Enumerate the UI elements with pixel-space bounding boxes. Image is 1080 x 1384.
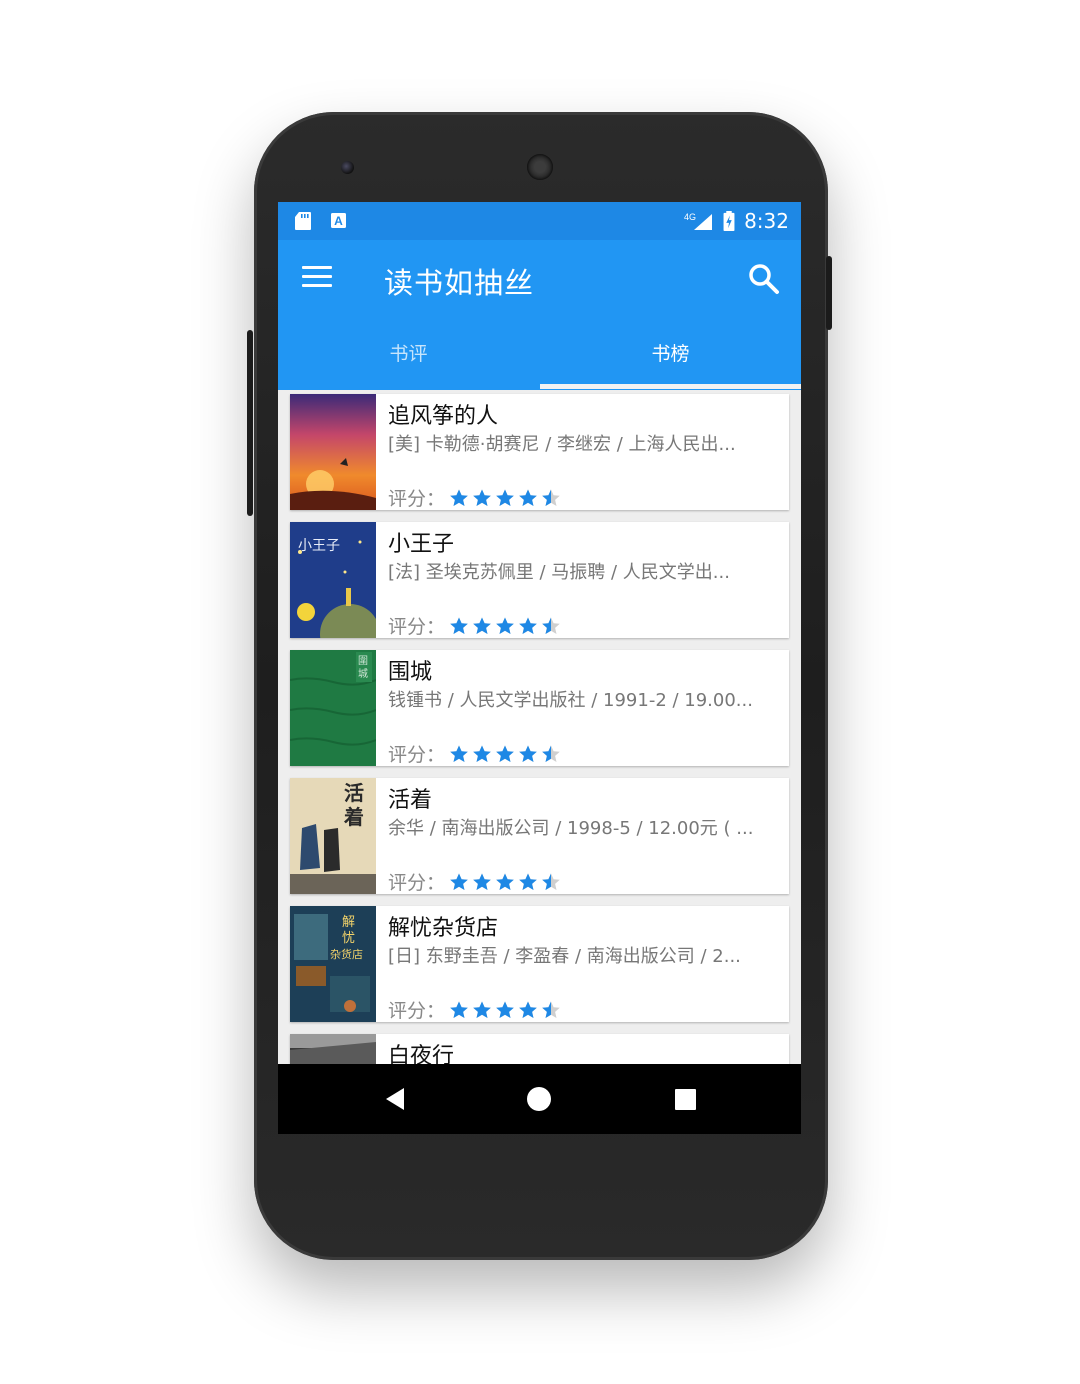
book-cover [290, 394, 376, 510]
svg-text:城: 城 [358, 668, 368, 680]
front-camera [341, 161, 354, 174]
star-icon [473, 745, 491, 762]
book-meta: 钱锺书 / 人民文学出版社 / 1991-2 / 19.00... [388, 690, 753, 711]
star-icon [473, 617, 491, 634]
star-icon [519, 1001, 537, 1018]
tab-bar: 书评 书榜 [278, 320, 801, 390]
star-icon [496, 873, 514, 890]
star-icon [450, 617, 468, 634]
rating-stars [449, 872, 564, 892]
book-rating: 评分： [388, 484, 564, 510]
star-icon [542, 1001, 560, 1018]
signal-4g-icon: 4G [684, 212, 712, 230]
star-icon [519, 745, 537, 762]
book-card[interactable]: 解 忧 杂货店 解忧杂货店 [日] 东野圭吾 / 李盈春 / 南海出版公司 / … [290, 906, 789, 1022]
book-rating: 评分： [388, 740, 564, 766]
book-card[interactable]: 活 着 活着 余华 / 南海出版公司 / 1998-5 / 12.00元 ( .… [290, 778, 789, 894]
book-rating: 评分： [388, 868, 564, 894]
book-card[interactable]: 追风筝的人 [美] 卡勒德·胡赛尼 / 李继宏 / 上海人民出... 评分： [290, 394, 789, 510]
book-title: 小王子 [388, 532, 455, 557]
star-icon [519, 489, 537, 506]
book-title: 追风筝的人 [388, 404, 499, 429]
book-meta: [日] 东野圭吾 / 李盈春 / 南海出版公司 / 2... [388, 946, 741, 967]
book-cover: 圍 城 [290, 650, 376, 766]
book-title: 解忧杂货店 [388, 916, 499, 941]
app-screen: A 4G 8:32 读书如抽丝 书评 书榜 追风筝的人 [美] 卡勒德·胡赛尼 … [278, 202, 801, 1134]
star-icon [542, 873, 560, 890]
book-title: 白夜行 [388, 1044, 455, 1064]
app-notification-icon: A [331, 213, 346, 228]
star-icon [542, 745, 560, 762]
svg-text:解: 解 [342, 915, 355, 930]
book-rating: 评分： [388, 996, 564, 1022]
home-icon[interactable] [524, 1084, 554, 1114]
book-title: 活着 [388, 788, 433, 813]
power-button [826, 256, 832, 330]
volume-button [247, 330, 253, 516]
sd-card-icon [295, 212, 311, 230]
book-cover: 解 忧 杂货店 [290, 906, 376, 1022]
rating-stars [449, 744, 564, 764]
rating-label: 评分： [388, 488, 446, 510]
book-meta: 余华 / 南海出版公司 / 1998-5 / 12.00元 ( ... [388, 818, 754, 839]
svg-text:杂货店: 杂货店 [330, 947, 363, 961]
back-icon[interactable] [380, 1084, 410, 1114]
svg-text:A: A [334, 214, 343, 228]
star-icon [450, 873, 468, 890]
star-icon [542, 489, 560, 506]
status-time: 8:32 [744, 209, 789, 233]
rating-label: 评分： [388, 744, 446, 766]
book-list[interactable]: 追风筝的人 [美] 卡勒德·胡赛尼 / 李继宏 / 上海人民出... 评分： 小… [278, 392, 801, 1064]
star-icon [473, 1001, 491, 1018]
svg-text:小王子: 小王子 [298, 538, 340, 554]
svg-text:着: 着 [343, 805, 364, 829]
star-icon [450, 745, 468, 762]
app-toolbar: 读书如抽丝 [278, 240, 801, 320]
star-icon [450, 1001, 468, 1018]
menu-icon[interactable] [302, 266, 332, 292]
book-card[interactable]: 白夜行 [290, 1034, 789, 1064]
svg-text:忧: 忧 [342, 931, 355, 946]
tab-book-reviews[interactable]: 书评 [278, 320, 539, 390]
star-icon [473, 489, 491, 506]
star-icon [450, 489, 468, 506]
tab-indicator [540, 384, 801, 389]
search-icon[interactable] [747, 262, 781, 296]
star-icon [496, 489, 514, 506]
star-icon [519, 617, 537, 634]
rating-label: 评分： [388, 872, 446, 894]
tab-book-rankings[interactable]: 书榜 [540, 320, 801, 390]
rating-stars [449, 488, 564, 508]
book-cover [290, 1034, 376, 1064]
book-meta: [美] 卡勒德·胡赛尼 / 李继宏 / 上海人民出... [388, 434, 736, 455]
svg-text:圍: 圍 [358, 655, 368, 667]
status-bar: A 4G 8:32 [278, 202, 801, 240]
rating-label: 评分： [388, 616, 446, 638]
navigation-bar [278, 1064, 801, 1134]
earpiece-speaker [527, 154, 553, 180]
book-card[interactable]: 小王子 小王子 [法] 圣埃克苏佩里 / 马振聘 / 人民文学出... 评分： [290, 522, 789, 638]
rating-stars [449, 616, 564, 636]
battery-charging-icon [723, 211, 735, 231]
book-cover: 活 着 [290, 778, 376, 894]
star-icon [496, 617, 514, 634]
book-cover: 小王子 [290, 522, 376, 638]
book-card[interactable]: 圍 城 围城 钱锺书 / 人民文学出版社 / 1991-2 / 19.00...… [290, 650, 789, 766]
book-rating: 评分： [388, 612, 564, 638]
rating-label: 评分： [388, 1000, 446, 1022]
star-icon [473, 873, 491, 890]
svg-text:4G: 4G [684, 212, 696, 222]
star-icon [496, 745, 514, 762]
book-title: 围城 [388, 660, 433, 685]
app-title: 读书如抽丝 [384, 266, 535, 300]
star-icon [542, 617, 560, 634]
recents-icon[interactable] [670, 1084, 700, 1114]
star-icon [496, 1001, 514, 1018]
book-meta: [法] 圣埃克苏佩里 / 马振聘 / 人民文学出... [388, 562, 730, 583]
star-icon [519, 873, 537, 890]
rating-stars [449, 1000, 564, 1020]
svg-text:活: 活 [344, 781, 364, 805]
